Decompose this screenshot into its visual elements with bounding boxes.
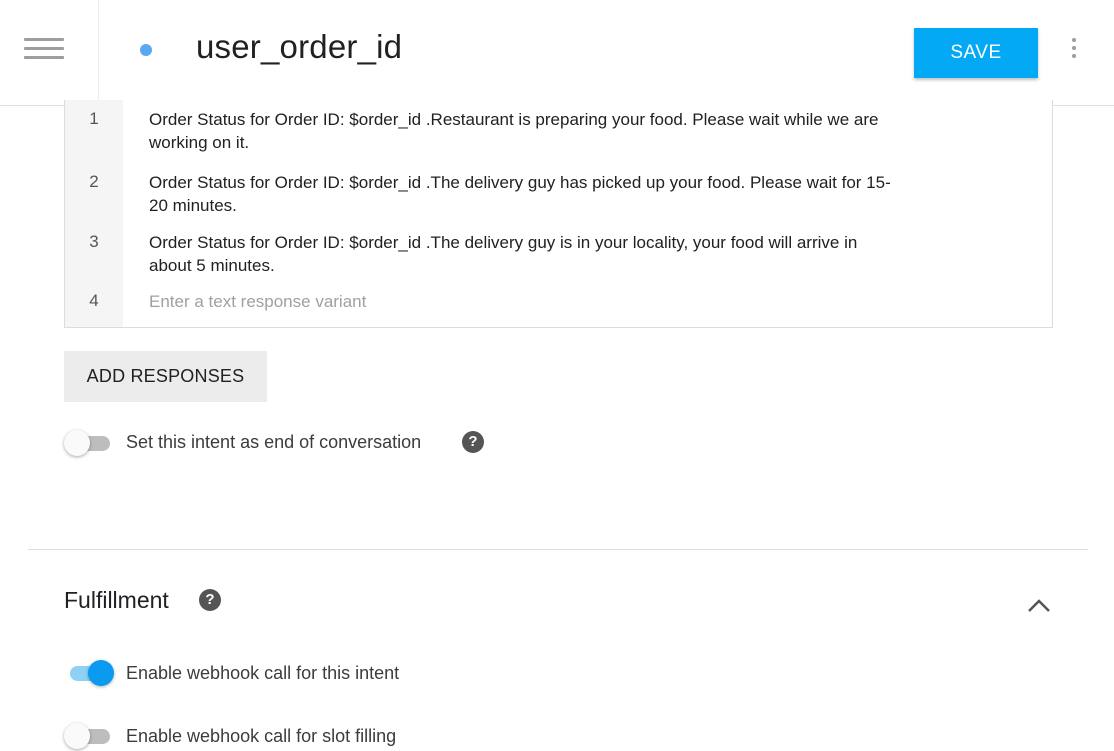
webhook-slot-label: Enable webhook call for slot filling [126, 726, 397, 746]
add-responses-button[interactable]: ADD RESPONSES [64, 351, 267, 402]
intent-name[interactable]: user_order_id [196, 28, 402, 66]
response-text[interactable]: Order Status for Order ID: $order_id .Re… [149, 108, 1009, 154]
toggle-thumb [88, 660, 114, 686]
hamburger-icon [24, 38, 64, 60]
menu-button[interactable] [0, 0, 99, 106]
response-text-line: 20 minutes. [149, 196, 237, 215]
webhook-intent-toggle[interactable] [64, 659, 114, 687]
toggle-thumb [64, 430, 90, 456]
app-header: user_order_id SAVE [0, 0, 1114, 106]
row-number: 1 [89, 109, 99, 128]
question-mark-icon[interactable]: ? [199, 589, 221, 611]
end-conversation-toggle[interactable] [64, 429, 114, 457]
section-divider [28, 549, 1088, 550]
row-number: 2 [89, 172, 99, 191]
row-number: 4 [89, 291, 99, 310]
text-responses-table: 1 Order Status for Order ID: $order_id .… [64, 100, 1053, 328]
response-text-line: Order Status for Order ID: $order_id .Re… [149, 110, 879, 129]
response-text-line: about 5 minutes. [149, 256, 275, 275]
response-text-line: working on it. [149, 133, 250, 152]
kebab-menu-icon[interactable] [1066, 38, 1082, 64]
question-mark-icon[interactable]: ? [462, 431, 484, 453]
response-text-line: Order Status for Order ID: $order_id .Th… [149, 173, 891, 192]
save-button[interactable]: SAVE [914, 28, 1038, 78]
response-text[interactable]: Order Status for Order ID: $order_id .Th… [149, 231, 1009, 277]
webhook-intent-label: Enable webhook call for this intent [126, 663, 400, 683]
chevron-up-icon[interactable] [1027, 597, 1051, 613]
unsaved-indicator-dot [140, 44, 152, 56]
end-conversation-label: Set this intent as end of conversation [126, 432, 422, 452]
response-text-line: Order Status for Order ID: $order_id .Th… [149, 233, 858, 252]
webhook-slot-toggle[interactable] [64, 722, 114, 750]
response-text[interactable]: Order Status for Order ID: $order_id .Th… [149, 171, 1009, 217]
row-number: 3 [89, 232, 99, 251]
fulfillment-title: Fulfillment [64, 587, 169, 613]
toggle-thumb [64, 723, 90, 749]
new-response-input[interactable]: Enter a text response variant [149, 290, 1009, 313]
